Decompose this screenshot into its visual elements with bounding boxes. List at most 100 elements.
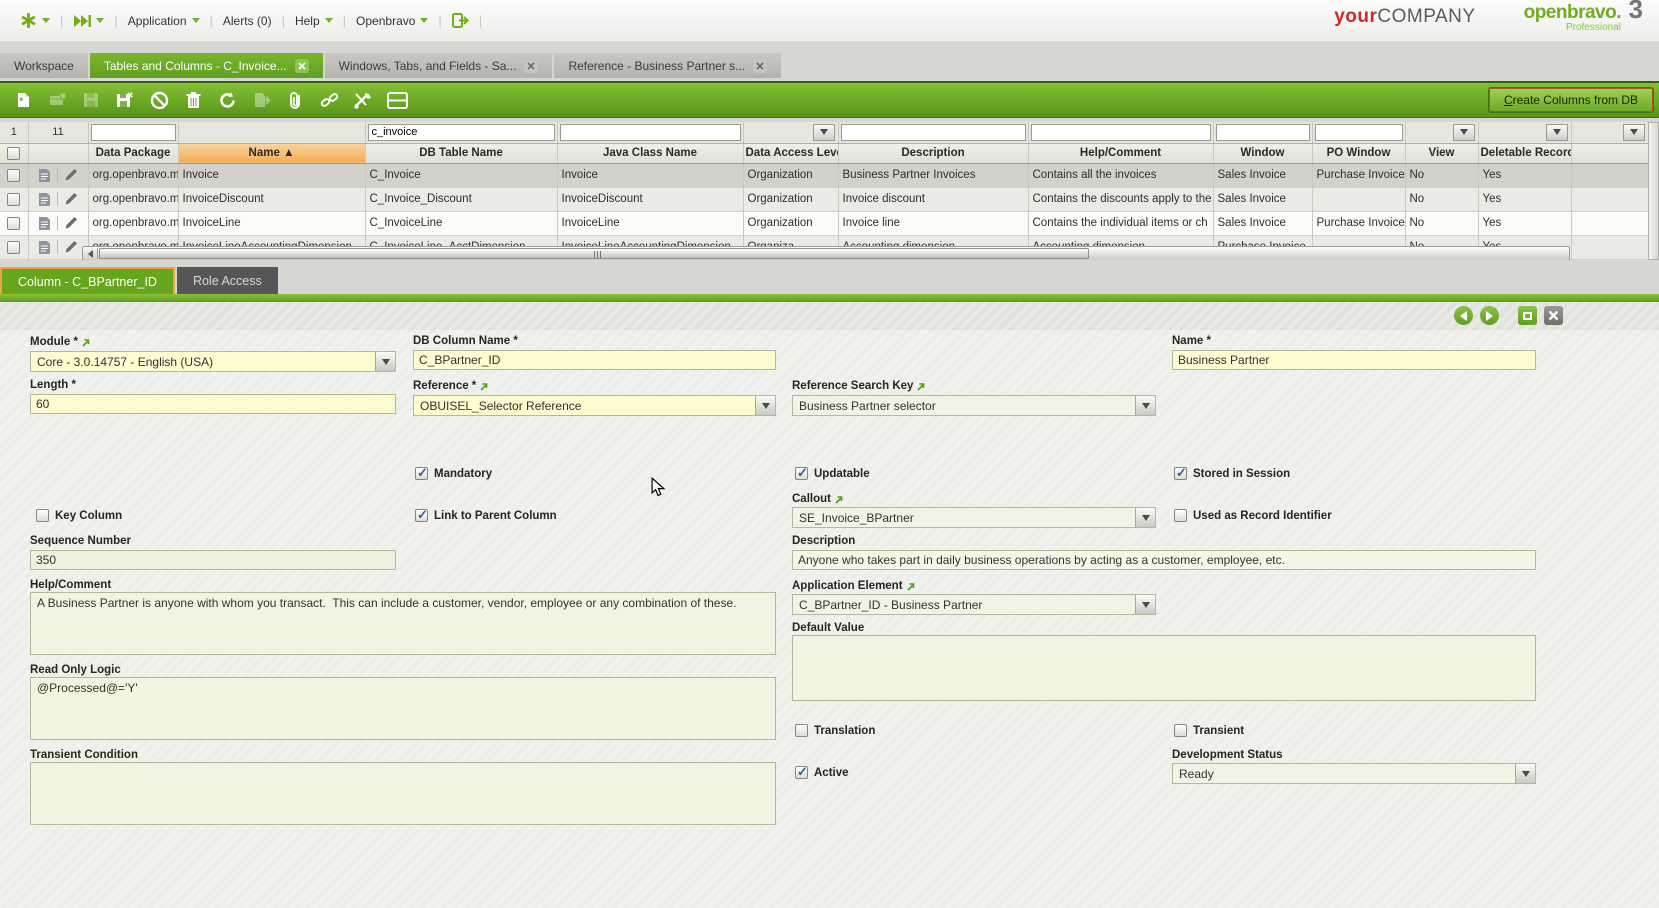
cell-help-comment[interactable]: Contains the individual items or ch [1028,211,1213,235]
chevron-down-icon[interactable] [42,18,50,23]
cell-data-package[interactable]: org.openbravo.m [88,211,178,235]
col-header-data-access-level[interactable]: Data Access Level [743,143,838,163]
dropdown-arrow-icon[interactable] [813,124,835,141]
cell-data-access-level[interactable]: Organization [743,187,838,211]
length-input[interactable] [30,394,396,414]
col-header-window[interactable]: Window [1213,143,1312,163]
subtab-role-access[interactable]: Role Access [177,267,278,294]
filter-po-window[interactable] [1315,124,1403,141]
edit-pencil-icon[interactable] [64,168,78,182]
form-view-icon[interactable] [38,216,51,231]
form-view-icon[interactable] [38,168,51,183]
module-link-icon[interactable] [82,338,90,347]
edit-pencil-icon[interactable] [64,216,78,230]
refresh-button[interactable] [212,86,242,114]
edit-pencil-icon[interactable] [64,240,78,254]
reference-search-key-link-icon[interactable] [917,382,925,391]
cell-window[interactable]: Sales Invoice [1213,163,1312,187]
stored-in-session-checkbox[interactable] [1174,467,1187,480]
filter-window[interactable] [1216,124,1310,141]
table-row[interactable]: org.openbravo.m InvoiceLine C_InvoiceLin… [0,211,1648,235]
active-checkbox[interactable] [795,766,808,779]
development-status-select[interactable]: Ready [1172,763,1536,784]
filter-data-access-level[interactable] [746,124,836,141]
tab-reference[interactable]: Reference - Business Partner s... [554,53,781,78]
chevron-down-icon[interactable] [96,18,104,23]
delete-button[interactable] [178,86,208,114]
select-all-checkbox[interactable] [7,147,20,160]
form-view-icon[interactable] [38,240,51,255]
updatable-checkbox[interactable] [795,467,808,480]
cell-java-class-name[interactable]: InvoiceLine [557,211,743,235]
cell-name[interactable]: Invoice [178,163,365,187]
filter-extra[interactable] [1574,124,1646,141]
audit-trail-button[interactable] [348,86,378,114]
cell-description[interactable]: Invoice line [838,211,1028,235]
edit-pencil-icon[interactable] [64,192,78,206]
cell-name[interactable]: InvoiceLine [178,211,365,235]
col-header-description[interactable]: Description [838,143,1028,163]
translation-checkbox[interactable] [795,724,808,737]
transient-condition-textarea[interactable] [30,762,776,825]
cell-description[interactable]: Business Partner Invoices [838,163,1028,187]
description-input[interactable] [792,550,1536,570]
dropdown-arrow-icon[interactable] [1135,396,1155,415]
tab-workspace[interactable]: Workspace [0,53,88,78]
close-form-button[interactable] [1544,306,1563,325]
filter-java-class-name[interactable] [560,124,741,141]
dropdown-arrow-icon[interactable] [1623,124,1645,141]
link-to-parent-checkbox[interactable] [415,509,428,522]
reference-search-key-select[interactable]: Business Partner selector [792,395,1156,416]
cell-db-table-name[interactable]: C_Invoice_Discount [365,187,557,211]
attachment-button[interactable] [280,86,310,114]
undo-button[interactable] [144,86,174,114]
cell-name[interactable]: InvoiceDiscount [178,187,365,211]
db-column-name-input[interactable] [413,350,776,370]
link-button[interactable] [314,86,344,114]
subtab-column[interactable]: Column - C_BPartner_ID [0,267,175,294]
used-as-record-identifier-checkbox[interactable] [1174,509,1187,522]
scroll-left-arrow[interactable] [84,248,98,259]
cell-data-access-level[interactable]: Organization [743,211,838,235]
logout-button[interactable] [442,13,479,28]
dropdown-arrow-icon[interactable] [755,396,775,415]
sequence-number-input[interactable] [30,550,396,570]
row-checkbox[interactable] [7,241,20,254]
read-only-logic-textarea[interactable]: @Processed@='Y' [30,677,776,740]
select-all-checkbox-cell[interactable] [0,143,28,163]
mandatory-checkbox[interactable] [415,467,428,480]
filter-db-table-name[interactable] [368,124,555,141]
cell-db-table-name[interactable]: C_Invoice [365,163,557,187]
help-comment-textarea[interactable]: A Business Partner is anyone with whom y… [30,592,776,655]
cell-po-window[interactable]: Purchase Invoice [1312,211,1405,235]
help-menu[interactable]: Help [285,14,343,28]
scrollbar-thumb[interactable] [99,248,1089,259]
openbravo-menu[interactable]: Openbravo [346,14,438,28]
application-menu[interactable]: Application [118,14,210,28]
save-button[interactable] [76,86,106,114]
cell-data-package[interactable]: org.openbravo.m [88,187,178,211]
dropdown-arrow-icon[interactable] [375,352,395,371]
alerts-menu[interactable]: Alerts (0) [213,14,282,28]
grid-form-toggle-button[interactable] [382,86,412,114]
previous-record-button[interactable] [1454,306,1473,325]
reference-link-icon[interactable] [480,382,488,391]
col-header-data-package[interactable]: Data Package [88,143,178,163]
cell-deletable[interactable]: Yes [1478,163,1571,187]
cell-po-window[interactable]: Purchase Invoice [1312,163,1405,187]
col-header-db-table-name[interactable]: DB Table Name [365,143,557,163]
callout-select[interactable]: SE_Invoice_BPartner [792,507,1156,528]
cell-po-window[interactable] [1312,187,1405,211]
form-view-icon[interactable] [38,192,51,207]
filter-help-comment[interactable] [1031,124,1211,141]
close-icon[interactable] [295,59,309,73]
col-header-name[interactable]: Name ▲ [178,143,365,163]
table-row[interactable]: org.openbravo.m Invoice C_Invoice Invoic… [0,163,1648,187]
cell-java-class-name[interactable]: InvoiceDiscount [557,187,743,211]
new-in-form-button[interactable] [42,86,72,114]
vertical-scrollbar[interactable] [1648,122,1659,260]
tab-windows-tabs-fields[interactable]: Windows, Tabs, and Fields - Sa... [325,53,553,78]
default-value-textarea[interactable] [792,635,1536,701]
cell-window[interactable]: Sales Invoice [1213,187,1312,211]
next-record-button[interactable] [1480,306,1499,325]
